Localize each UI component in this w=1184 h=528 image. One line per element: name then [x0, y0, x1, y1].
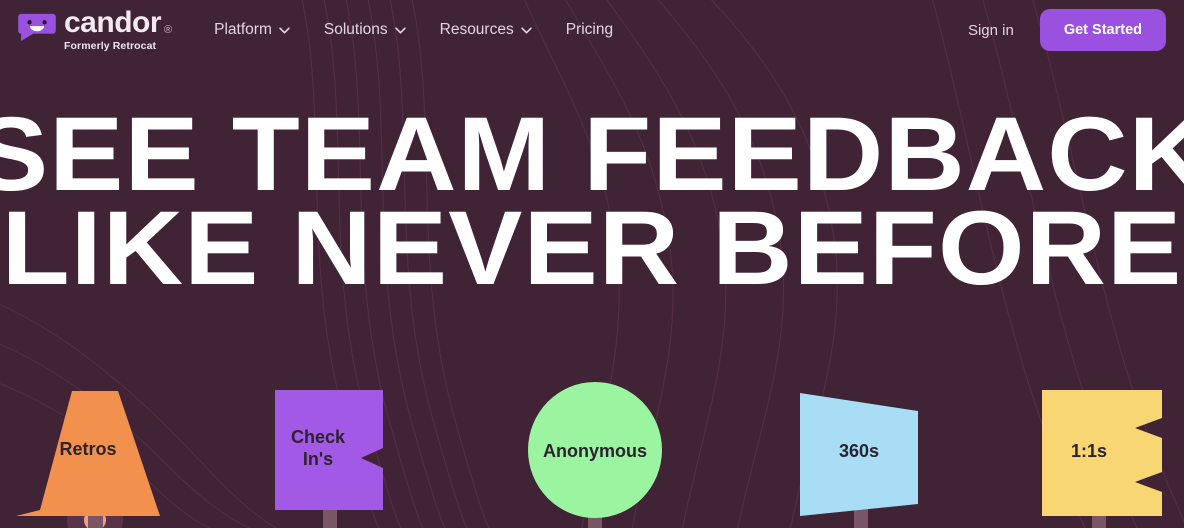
sign-retros-shape — [16, 391, 160, 528]
sign-in-link[interactable]: Sign in — [968, 22, 1014, 39]
hero-headline-line-2: Like Never Before — [1, 190, 1183, 307]
registered-trademark-icon: ® — [164, 24, 173, 36]
nav-item-resources-label: Resources — [439, 21, 514, 38]
primary-nav-links: Platform Solutions Resources Pricing — [214, 21, 613, 39]
nav-item-platform-label: Platform — [214, 21, 272, 38]
sign-anonymous[interactable]: Anonymous — [510, 380, 690, 528]
sign-360s-shape — [800, 393, 918, 528]
hero-heading: See Team Feedback Like Never Before — [0, 96, 1184, 307]
chevron-down-icon — [279, 26, 290, 34]
sign-checkins[interactable]: Check In's — [255, 380, 415, 528]
get-started-button[interactable]: Get Started — [1039, 9, 1166, 51]
sign-checkins-shape — [275, 390, 383, 528]
chevron-down-icon — [394, 26, 406, 34]
speech-bubble-smile-icon — [18, 13, 56, 42]
feature-signs-row: Retros Check In's Anonymous 360s 1:1s — [0, 380, 1184, 528]
nav-item-platform[interactable]: Platform — [214, 21, 290, 39]
nav-item-resources[interactable]: Resources — [440, 21, 532, 39]
nav-actions: Sign in Get Started — [968, 9, 1166, 51]
nav-item-pricing[interactable]: Pricing — [566, 21, 613, 39]
nav-item-solutions[interactable]: Solutions — [324, 21, 406, 39]
brand-logo[interactable]: candor ® Formerly Retrocat — [18, 8, 172, 52]
sign-1on1s-shape — [1042, 390, 1162, 528]
chevron-down-icon — [521, 26, 532, 34]
sign-1on1s[interactable]: 1:1s — [1030, 380, 1184, 528]
sign-360s[interactable]: 360s — [780, 380, 950, 528]
top-navigation-bar: candor ® Formerly Retrocat Platform Solu… — [0, 0, 1184, 60]
brand-wordmark: candor — [64, 6, 162, 39]
hero-headline-line-1: See Team Feedback — [0, 96, 1184, 213]
sign-anonymous-shape — [528, 382, 662, 528]
brand-tagline: Formerly Retrocat — [64, 40, 157, 52]
sign-retros[interactable]: Retros — [0, 380, 200, 528]
nav-item-pricing-label: Pricing — [565, 21, 614, 38]
nav-item-solutions-label: Solutions — [323, 21, 388, 38]
